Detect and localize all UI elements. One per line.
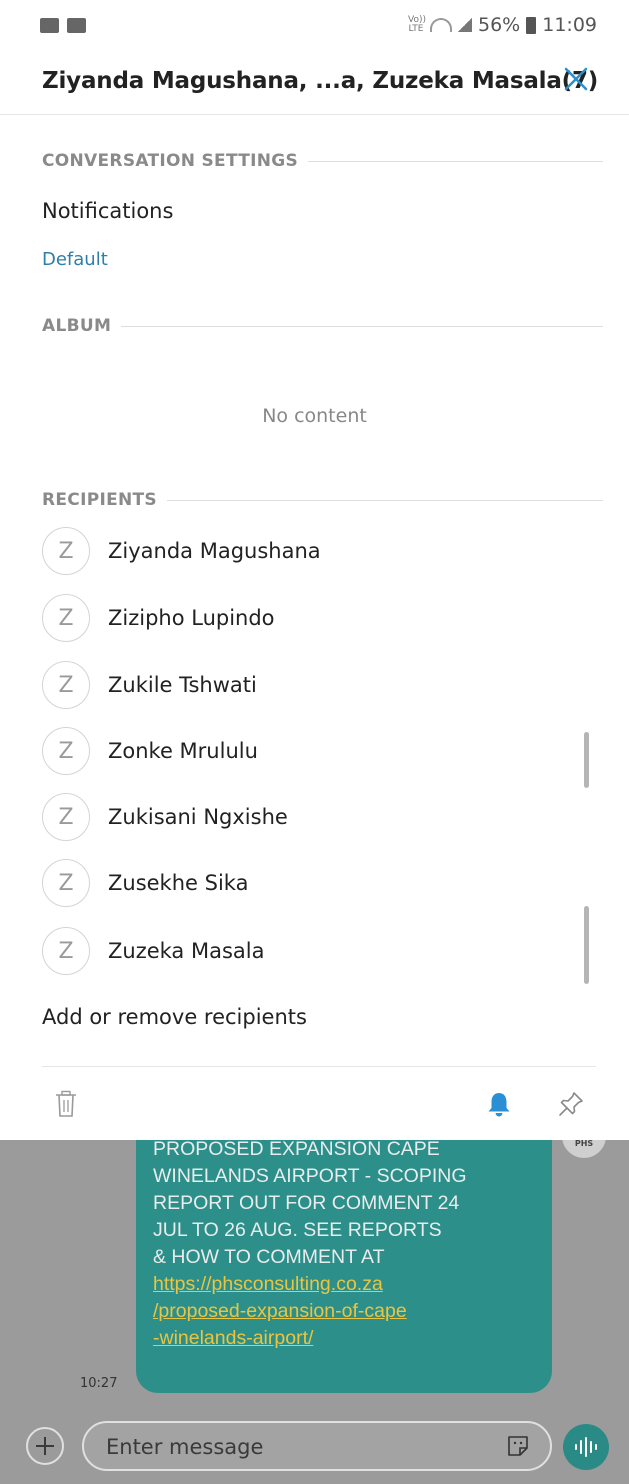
section-divider [166,499,603,501]
recipient-item[interactable]: Z Zukisani Ngxishe [42,791,288,843]
message-line: JUL TO 26 AUG. SEE REPORTS [153,1219,442,1241]
add-attachment-button[interactable] [26,1427,64,1465]
wifi-icon [430,18,452,32]
album-empty-text: No content [262,405,367,427]
recipient-item[interactable]: Z Zuzeka Masala [42,925,264,977]
voice-wave-icon [575,1437,597,1457]
status-indicators: Vo)) LTE 56% 11:09 [408,14,597,36]
signal-icon [458,18,472,32]
section-divider [308,160,603,162]
recipient-name: Zonke Mrululu [108,739,258,763]
section-title: RECIPIENTS [42,490,157,510]
recipient-item[interactable]: Z Zizipho Lupindo [42,592,275,644]
pin-button[interactable] [557,1090,585,1118]
message-line: WINELANDS AIRPORT - SCOPING [153,1165,467,1187]
sticker-button[interactable] [506,1434,530,1458]
recipient-item[interactable]: Z Ziyanda Magushana [42,525,321,577]
recipient-name: Zizipho Lupindo [108,606,275,630]
conversation-settings-section: CONVERSATION SETTINGS [42,151,603,171]
scrollbar-thumb[interactable] [584,906,589,984]
message-timestamp: 10:27 [80,1376,118,1391]
notifications-value[interactable]: Default [42,249,108,270]
notifications-setting[interactable]: Notifications [42,199,173,223]
message-line: REPORT OUT FOR COMMENT 24 [153,1192,460,1214]
avatar: Z [42,927,90,975]
recipients-section: RECIPIENTS [42,490,603,510]
recipient-name: Zukile Tshwati [108,673,257,697]
divider [42,1066,596,1067]
sticker-icon [508,1436,528,1456]
avatar: Z [42,527,90,575]
notification-icons [40,18,86,33]
delete-button[interactable] [53,1090,81,1118]
volte-indicator: Vo)) LTE [408,15,426,34]
message-line: PROPOSED EXPANSION CAPE [153,1140,440,1160]
message-link[interactable]: -winelands-airport/ [153,1325,542,1352]
panel-toolbar [0,1072,629,1140]
sender-avatar[interactable]: PHS [562,1140,606,1158]
recipient-item[interactable]: Z Zonke Mrululu [42,725,258,777]
add-remove-recipients[interactable]: Add or remove recipients [42,1005,307,1029]
image-notification-icon [67,18,86,33]
pin-icon [559,1092,583,1116]
message-input-bar: Enter message [0,1414,629,1484]
message-placeholder: Enter message [106,1435,264,1459]
avatar: Z [42,661,90,709]
conversation-title: Ziyanda Magushana, ...a, Zuzeka Masala(7… [42,68,599,94]
avatar: Z [42,594,90,642]
section-title: ALBUM [42,316,112,336]
bell-icon [488,1093,510,1117]
section-divider [121,325,603,327]
avatar: Z [42,793,90,841]
notifications-button[interactable] [485,1090,513,1118]
conversation-header: Ziyanda Magushana, ...a, Zuzeka Masala(7… [0,54,629,115]
message-bubble[interactable]: PROPOSED EXPANSION CAPE WINELANDS AIRPOR… [136,1140,552,1393]
recipient-name: Zusekhe Sika [108,871,249,895]
recipient-item[interactable]: Z Zusekhe Sika [42,857,248,909]
avatar: Z [42,727,90,775]
message-link[interactable]: https://phsconsulting.co.za [153,1271,542,1298]
battery-icon [526,16,537,34]
close-icon [564,67,588,91]
gallery-notification-icon [40,18,59,33]
status-bar: Vo)) LTE 56% 11:09 [0,0,629,54]
recipient-name: Zuzeka Masala [108,939,265,963]
scrollbar-thumb[interactable] [584,732,589,788]
recipient-item[interactable]: Z Zukile Tshwati [42,659,257,711]
trash-icon [56,1090,76,1117]
avatar: Z [42,859,90,907]
battery-percent: 56% [478,14,521,36]
voice-record-button[interactable] [563,1424,609,1470]
recipient-name: Zukisani Ngxishe [108,805,288,829]
album-section: ALBUM [42,316,603,336]
close-button[interactable] [561,64,591,94]
section-title: CONVERSATION SETTINGS [42,151,299,171]
recipient-name: Ziyanda Magushana [108,539,321,563]
plus-icon [36,1437,54,1455]
clock: 11:09 [542,14,597,36]
message-link[interactable]: /proposed-expansion-of-cape [153,1298,542,1325]
message-line: & HOW TO COMMENT AT [153,1246,385,1268]
message-input[interactable]: Enter message [82,1421,552,1471]
